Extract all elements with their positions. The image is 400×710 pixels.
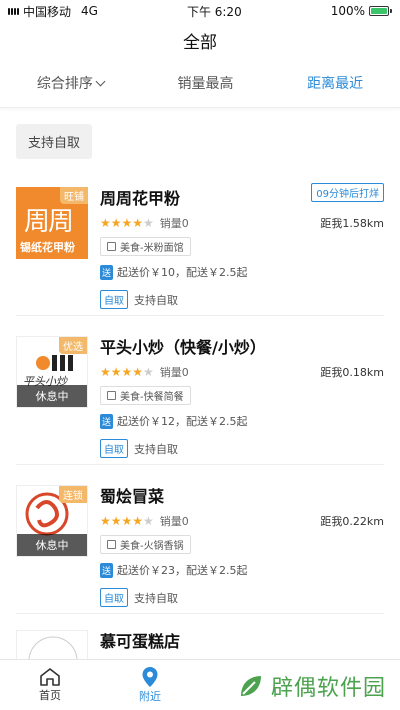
pickup-label: 支持自取 (134, 591, 178, 605)
pickup-row: 自取 支持自取 (100, 588, 384, 607)
shop-item[interactable]: 旺铺 周周 锡纸花甲粉 周周花甲粉 09分钟后打烊 ★★★★★ 销量0 距我1.… (16, 167, 384, 316)
distance: 距我1.58km (320, 217, 384, 230)
shipping-info: 起送价￥12，配送￥2.5起 (117, 415, 248, 428)
pickup-label: 支持自取 (134, 293, 178, 307)
clock: 下午 6:20 (186, 4, 242, 19)
shop-logo: 优选 平头小炒 休息中 (16, 336, 88, 408)
shop-name: 平头小炒（快餐/小炒） (100, 338, 266, 357)
carrier: 中国移动 (23, 4, 72, 19)
filter-chip-self-pickup[interactable]: 支持自取 (16, 124, 93, 159)
pickup-tag: 自取 (100, 290, 128, 309)
location-pin-icon (142, 667, 158, 687)
watermark-leaf-icon (240, 676, 261, 696)
shop-logo: 旺铺 周周 锡纸花甲粉 (16, 187, 88, 259)
shop-logo-sub-text: 锡纸花甲粉 (20, 241, 75, 254)
delivery-tag: 送 (100, 562, 114, 578)
category-label: 美食-快餐简餐 (120, 392, 184, 403)
tab-home-label: 首页 (39, 689, 61, 702)
category-label: 美食-火锅香锅 (120, 541, 184, 552)
pickup-tag: 自取 (100, 439, 128, 458)
bottom-tab-bar: 首页 附近 辟偶软件园 (0, 659, 400, 710)
shipping-row: 送 起送价￥10，配送￥2.5起 (100, 264, 384, 280)
tab-home[interactable]: 首页 (0, 660, 100, 710)
chevron-down-icon (95, 76, 106, 86)
watermark: 辟偶软件园 (237, 670, 386, 702)
closing-notice-badge: 09分钟后打烊 (311, 183, 384, 202)
shop-list: 旺铺 周周 锡纸花甲粉 周周花甲粉 09分钟后打烊 ★★★★★ 销量0 距我1.… (0, 167, 400, 670)
shop-corner-tag: 优选 (59, 337, 87, 354)
sort-comprehensive[interactable]: 综合排序 (36, 73, 106, 93)
shop-logo-main-text: 周周 (24, 207, 74, 237)
signal-icon (8, 7, 19, 15)
shop-corner-tag: 连锁 (59, 486, 87, 503)
category-label: 美食-米粉面馆 (120, 243, 184, 254)
status-bar: 中国移动 4G 下午 6:20 100% (0, 0, 400, 22)
watermark-text: 辟偶软件园 (270, 676, 386, 701)
pickup-row: 自取 支持自取 (100, 290, 384, 309)
sort-distance-label: 距离最近 (307, 75, 364, 92)
shop-icon (107, 540, 116, 549)
shop-logo: 连锁 休息中 (16, 485, 88, 557)
rating-row: ★★★★★ 销量0 距我1.58km (100, 215, 384, 231)
pickup-tag: 自取 (100, 588, 128, 607)
distance: 距我0.18km (320, 366, 384, 379)
delivery-tag: 送 (100, 413, 114, 429)
pickup-label: 支持自取 (134, 442, 178, 456)
category-tag: 美食-快餐简餐 (100, 386, 191, 405)
category-tag: 美食-米粉面馆 (100, 237, 191, 256)
rating-stars-icon: ★★★★★ (100, 216, 154, 230)
battery-percent: 100% (330, 4, 365, 18)
sales-count: 销量0 (159, 366, 189, 379)
shop-info: 周周花甲粉 09分钟后打烊 ★★★★★ 销量0 距我1.58km 美食-米粉面馆… (100, 183, 384, 309)
shop-name: 蜀烩冒菜 (100, 487, 165, 506)
shipping-row: 送 起送价￥12，配送￥2.5起 (100, 413, 384, 429)
shipping-row: 送 起送价￥23，配送￥2.5起 (100, 562, 384, 578)
shop-name: 慕可蛋糕店 (100, 632, 181, 651)
category-tag: 美食-火锅香锅 (100, 535, 191, 554)
sort-bar: 综合排序 销量最高 距离最近 (0, 58, 400, 108)
pickup-row: 自取 支持自取 (100, 439, 384, 458)
tab-nearby-label: 附近 (139, 690, 161, 703)
shipping-info: 起送价￥10，配送￥2.5起 (117, 266, 248, 279)
shop-icon (107, 242, 116, 251)
rating-stars-icon: ★★★★★ (100, 514, 154, 528)
delivery-tag: 送 (100, 264, 114, 280)
sort-distance[interactable]: 距离最近 (307, 73, 363, 93)
home-icon (40, 668, 60, 686)
shop-info: 蜀烩冒菜 ★★★★★ 销量0 距我0.22km 美食-火锅香锅 送 起送价￥23… (100, 485, 384, 607)
shop-info: 平头小炒（快餐/小炒） ★★★★★ 销量0 距我0.18km 美食-快餐简餐 送… (100, 336, 384, 458)
shipping-info: 起送价￥23，配送￥2.5起 (117, 564, 248, 577)
distance: 距我0.22km (320, 515, 384, 528)
sales-count: 销量0 (159, 217, 189, 230)
sort-sales-label: 销量最高 (177, 75, 234, 92)
sort-comprehensive-label: 综合排序 (36, 75, 93, 92)
shop-item[interactable]: 连锁 休息中 蜀烩冒菜 ★★★★★ 销量0 距我0.22km 美食-火锅香锅 送… (16, 465, 384, 614)
resting-overlay: 休息中 (17, 534, 87, 556)
sales-count: 销量0 (159, 515, 189, 528)
status-left: 中国移动 4G (8, 3, 98, 20)
network-type: 4G (81, 4, 98, 18)
rating-stars-icon: ★★★★★ (100, 365, 154, 379)
rating-row: ★★★★★ 销量0 距我0.18km (100, 364, 384, 380)
resting-overlay: 休息中 (17, 385, 87, 407)
shop-icon (107, 391, 116, 400)
sort-sales[interactable]: 销量最高 (177, 73, 233, 93)
tab-nearby[interactable]: 附近 (100, 660, 200, 710)
filter-area: 支持自取 (0, 108, 400, 167)
page-title: 全部 (183, 32, 217, 53)
rating-row: ★★★★★ 销量0 距我0.22km (100, 513, 384, 529)
status-right: 100% (331, 4, 392, 18)
shop-item[interactable]: 优选 平头小炒 休息中 平头小炒（快餐/小炒） ★★★★★ 销量0 距我0.18… (16, 316, 384, 465)
battery-icon (369, 6, 392, 16)
